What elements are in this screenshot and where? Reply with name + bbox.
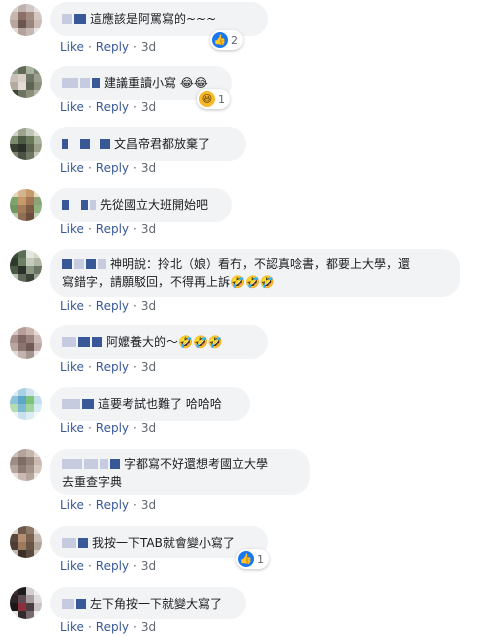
reaction-count: 2: [231, 33, 238, 47]
reply-link[interactable]: Reply: [96, 498, 129, 512]
reply-link[interactable]: Reply: [96, 299, 129, 313]
timestamp[interactable]: 3d: [141, 559, 156, 573]
reply-link[interactable]: Reply: [96, 161, 129, 175]
reply-link[interactable]: Reply: [96, 222, 129, 236]
avatar[interactable]: [10, 66, 42, 98]
comment-actions: Like · Reply · 3d: [60, 100, 157, 114]
like-link[interactable]: Like: [60, 559, 84, 573]
comment-actions: Like · Reply · 3d: [60, 40, 157, 54]
avatar[interactable]: [10, 189, 42, 221]
comment-actions: Like · Reply · 3d: [60, 360, 157, 374]
comment-text: 我按一下TAB就會變小寫了: [92, 536, 235, 550]
timestamp[interactable]: 3d: [141, 40, 156, 54]
comment-text: 阿嬤養大的～: [106, 335, 179, 349]
comment-actions: Like · Reply · 3d: [60, 299, 157, 313]
like-link[interactable]: Like: [60, 161, 84, 175]
comment-actions: Like · Reply · 3d: [60, 222, 157, 236]
thumbs-up-icon: 👍: [238, 551, 254, 567]
rofl-emoji: 🤣🤣🤣: [230, 275, 275, 289]
like-link[interactable]: Like: [60, 299, 84, 313]
comment-bubble: 左下角按一下就變大寫了: [50, 587, 246, 619]
avatar[interactable]: [10, 128, 42, 160]
commenter-name[interactable]: [62, 535, 90, 548]
comment-text: 文昌帝君都放棄了: [114, 137, 211, 151]
reaction-summary[interactable]: 👍 2: [210, 30, 243, 50]
timestamp[interactable]: 3d: [141, 100, 156, 114]
avatar[interactable]: [10, 327, 42, 359]
reaction-count: 1: [257, 552, 264, 566]
like-link[interactable]: Like: [60, 222, 84, 236]
rofl-emoji: 🤣🤣🤣: [178, 335, 223, 349]
comment-bubble: 字都寫不好還想考國立大學 去重查字典: [50, 449, 310, 495]
comment-bubble: 文昌帝君都放棄了: [50, 127, 246, 161]
comment-text: 左下角按一下就變大寫了: [90, 597, 223, 611]
timestamp[interactable]: 3d: [141, 498, 156, 512]
comment-actions: Like · Reply · 3d: [60, 161, 157, 175]
avatar[interactable]: [10, 4, 42, 36]
commenter-name[interactable]: [62, 136, 112, 149]
comment-text: 建議重讀小寫: [104, 76, 177, 90]
commenter-name[interactable]: [62, 75, 102, 88]
timestamp[interactable]: 3d: [141, 620, 156, 634]
avatar[interactable]: [10, 250, 42, 282]
like-link[interactable]: Like: [60, 100, 84, 114]
comment-bubble: 這要考試也難了 哈哈哈: [50, 387, 250, 421]
reaction-summary[interactable]: 👍 1: [236, 549, 269, 569]
timestamp[interactable]: 3d: [141, 222, 156, 236]
comment-bubble: 我按一下TAB就會變小寫了: [50, 526, 268, 558]
comment-actions: Like · Reply · 3d: [60, 498, 157, 512]
commenter-name[interactable]: [62, 197, 98, 210]
timestamp[interactable]: 3d: [141, 421, 156, 435]
reply-link[interactable]: Reply: [96, 559, 129, 573]
comment-actions: Like · Reply · 3d: [60, 421, 157, 435]
timestamp[interactable]: 3d: [141, 161, 156, 175]
reaction-summary[interactable]: 😆 1: [197, 89, 230, 109]
like-link[interactable]: Like: [60, 40, 84, 54]
comment-actions: Like · Reply · 3d: [60, 559, 157, 573]
commenter-name[interactable]: [62, 596, 88, 609]
like-link[interactable]: Like: [60, 498, 84, 512]
commenter-name[interactable]: [62, 11, 88, 24]
timestamp[interactable]: 3d: [141, 360, 156, 374]
avatar[interactable]: [10, 449, 42, 481]
comment-bubble: 阿嬤養大的～🤣🤣🤣: [50, 325, 268, 359]
reaction-count: 1: [218, 92, 225, 106]
reply-link[interactable]: Reply: [96, 40, 129, 54]
avatar[interactable]: [10, 587, 42, 619]
comment-text: 神明說：拎北（娘）看冇，不認真唸書，都要上大學，還: [110, 257, 411, 271]
avatar[interactable]: [10, 388, 42, 420]
reply-link[interactable]: Reply: [96, 100, 129, 114]
reply-link[interactable]: Reply: [96, 421, 129, 435]
laughing-emoji: 😂😂: [179, 76, 208, 90]
reply-link[interactable]: Reply: [96, 360, 129, 374]
comment-text: 這要考試也難了 哈哈哈: [98, 397, 222, 411]
laughing-face-icon: 😆: [199, 91, 215, 107]
commenter-name[interactable]: [62, 396, 96, 409]
like-link[interactable]: Like: [60, 620, 84, 634]
commenter-name[interactable]: [62, 456, 122, 469]
comment-actions: Like · Reply · 3d: [60, 620, 157, 634]
comment-bubble: 神明說：拎北（娘）看冇，不認真唸書，都要上大學，還 寫錯字，請願駁回，不得再上訴…: [50, 249, 460, 297]
timestamp[interactable]: 3d: [141, 299, 156, 313]
like-link[interactable]: Like: [60, 360, 84, 374]
commenter-name[interactable]: [62, 256, 108, 269]
reply-link[interactable]: Reply: [96, 620, 129, 634]
comment-text-line2: 去重查字典: [62, 475, 123, 489]
thumbs-up-icon: 👍: [212, 32, 228, 48]
commenter-name[interactable]: [62, 334, 104, 347]
comment-text-line2: 寫錯字，請願駁回，不得再上訴: [62, 275, 231, 289]
comment-bubble: 先從國立大班開始吧: [50, 188, 232, 222]
comment-text: 這應該是阿罵寫的~~~: [90, 12, 217, 26]
like-link[interactable]: Like: [60, 421, 84, 435]
avatar[interactable]: [10, 526, 42, 558]
comment-text: 字都寫不好還想考國立大學: [124, 457, 269, 471]
comment-text: 先從國立大班開始吧: [100, 198, 209, 212]
